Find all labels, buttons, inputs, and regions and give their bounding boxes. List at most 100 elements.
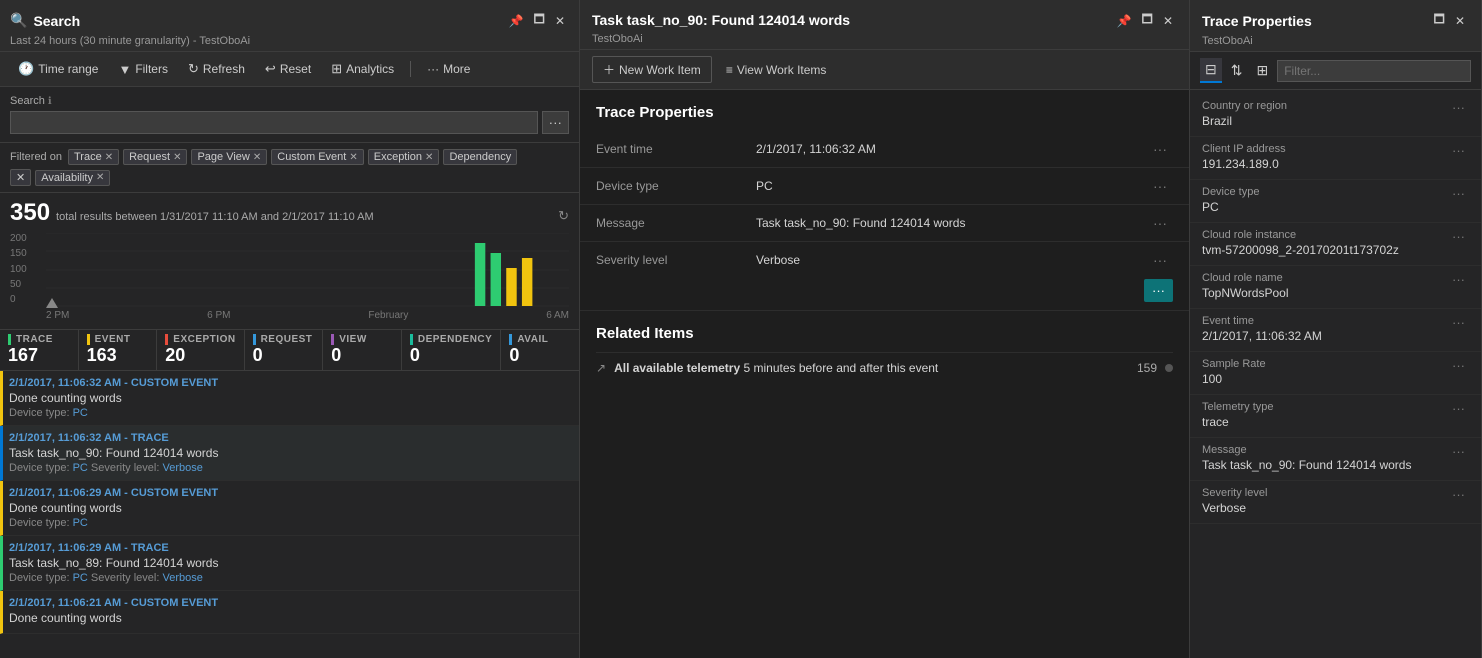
view-work-items-button[interactable]: ≡ View Work Items (716, 59, 837, 81)
event-list[interactable]: 2/1/2017, 11:06:32 AM - CUSTOM EVENT Don… (0, 371, 579, 658)
analytics-button[interactable]: ⊞ Analytics (323, 58, 402, 80)
prop-name-samplerate: Sample Rate (1202, 358, 1448, 370)
grid-icon: ⊞ (331, 61, 342, 77)
stats-row: TRACE 167 EVENT 163 EXCEPTION 20 REQUEST… (0, 329, 579, 371)
reset-icon: ↩ (265, 61, 276, 77)
left-panel-title: 🔍 Search (10, 12, 80, 29)
stat-exception-count: 20 (165, 345, 235, 366)
remove-pageview-filter[interactable]: ✕ (253, 152, 261, 163)
event-item-1[interactable]: 2/1/2017, 11:06:32 AM - CUSTOM EVENT Don… (0, 371, 579, 426)
related-section: Related Items ↗ All available telemetry … (580, 311, 1189, 393)
stat-request[interactable]: REQUEST 0 (245, 330, 324, 370)
trace-key-message: Message (596, 216, 756, 230)
timerange-button[interactable]: 🕐 Time range (10, 58, 106, 80)
event-2-meta: Device type: PC Severity level: Verbose (9, 462, 569, 474)
prop-content-message: Message Task task_no_90: Found 124014 wo… (1202, 444, 1448, 474)
prop-value-devicetype: PC (1202, 200, 1448, 214)
trace-section-title: Trace Properties (580, 90, 1189, 131)
prop-name-telemetrytype: Telemetry type (1202, 401, 1448, 413)
right-close-button[interactable]: ✕ (1451, 8, 1469, 33)
prop-more-eventtime[interactable]: ··· (1448, 315, 1469, 330)
right-maximize-button[interactable]: 🗖 (1430, 8, 1449, 33)
remove-trace-filter[interactable]: ✕ (105, 152, 113, 163)
prop-more-severitylevel[interactable]: ··· (1448, 487, 1469, 502)
right-tool-btn-3[interactable]: ⊞ (1251, 59, 1273, 82)
prop-more-clientip[interactable]: ··· (1448, 143, 1469, 158)
prop-name-severitylevel: Severity level (1202, 487, 1448, 499)
middle-close-button[interactable]: ✕ (1159, 8, 1177, 33)
maximize-button[interactable]: 🗖 (530, 8, 549, 33)
left-panel-subtitle: Last 24 hours (30 minute granularity) - … (10, 35, 569, 47)
stat-exception[interactable]: EXCEPTION 20 (157, 330, 244, 370)
prop-value-message: Task task_no_90: Found 124014 words (1202, 458, 1448, 472)
remove-request-filter[interactable]: ✕ (173, 152, 181, 163)
prop-value-clientip: 191.234.189.0 (1202, 157, 1448, 171)
stat-event[interactable]: EVENT 163 (79, 330, 158, 370)
stat-view[interactable]: VIEW 0 (323, 330, 402, 370)
prop-name-eventtime: Event time (1202, 315, 1448, 327)
right-toolbar: ⊟ ⇅ ⊞ (1190, 52, 1481, 90)
reset-button[interactable]: ↩ Reset (257, 58, 319, 80)
refresh-icon: ↻ (188, 61, 199, 77)
prop-content-samplerate: Sample Rate 100 (1202, 358, 1448, 388)
left-panel-header: 🔍 Search 📌 🗖 ✕ Last 24 hours (30 minute … (0, 0, 579, 52)
prop-more-message[interactable]: ··· (1448, 444, 1469, 459)
right-header: Trace Properties 🗖 ✕ TestOboAi (1190, 0, 1481, 52)
prop-value-country: Brazil (1202, 114, 1448, 128)
prop-content-telemetrytype: Telemetry type trace (1202, 401, 1448, 431)
related-arrow-icon: ↗ (596, 361, 606, 375)
clock-icon: 🕐 (18, 61, 34, 77)
prop-more-cloudrolename[interactable]: ··· (1448, 272, 1469, 287)
results-refresh-icon[interactable]: ↻ (558, 208, 569, 224)
new-work-item-button[interactable]: ＋ New Work Item (592, 56, 712, 83)
prop-more-samplerate[interactable]: ··· (1448, 358, 1469, 373)
stat-trace[interactable]: TRACE 167 (0, 330, 79, 370)
event-item-5[interactable]: 2/1/2017, 11:06:21 AM - CUSTOM EVENT Don… (0, 591, 579, 634)
toolbar-separator (410, 61, 411, 77)
search-input[interactable] (10, 111, 538, 134)
stat-trace-count: 167 (8, 345, 70, 366)
close-button[interactable]: ✕ (551, 8, 569, 33)
middle-maximize-button[interactable]: 🗖 (1138, 8, 1157, 33)
middle-pin-button[interactable]: 📌 (1113, 8, 1136, 33)
prop-more-cloudroleinstance[interactable]: ··· (1448, 229, 1469, 244)
related-title: Related Items (596, 325, 1173, 342)
right-tool-btn-1[interactable]: ⊟ (1200, 58, 1222, 83)
more-button[interactable]: ··· More (419, 59, 478, 79)
pin-button[interactable]: 📌 (505, 8, 528, 33)
prop-value-eventtime: 2/1/2017, 11:06:32 AM (1202, 329, 1448, 343)
right-filter-input[interactable] (1277, 60, 1471, 82)
remove-all-filters[interactable]: ✕ (10, 169, 31, 186)
remove-availability-filter[interactable]: ✕ (96, 172, 104, 183)
prop-row-cloudrolename: Cloud role name TopNWordsPool ··· (1190, 266, 1481, 309)
stat-dependency[interactable]: DEPENDENCY 0 (402, 330, 501, 370)
right-props-list: Country or region Brazil ··· Client IP a… (1190, 90, 1481, 658)
severity-more-button[interactable]: ··· (1147, 250, 1173, 270)
prop-more-devicetype[interactable]: ··· (1448, 186, 1469, 201)
trace-key-severity: Severity level (596, 253, 756, 267)
event-item-4[interactable]: 2/1/2017, 11:06:29 AM - TRACE Task task_… (0, 536, 579, 591)
trace-context-button[interactable]: ··· (1144, 279, 1173, 302)
filters-button[interactable]: ▼ Filters (110, 59, 176, 80)
prop-more-telemetrytype[interactable]: ··· (1448, 401, 1469, 416)
right-tool-btn-2[interactable]: ⇅ (1226, 59, 1248, 82)
eventtime-more-button[interactable]: ··· (1147, 139, 1173, 159)
chart-y-labels: 200 150 100 50 0 (10, 233, 40, 305)
message-more-button[interactable]: ··· (1147, 213, 1173, 233)
refresh-button[interactable]: ↻ Refresh (180, 58, 253, 80)
ellipsis-icon: ··· (427, 62, 439, 76)
prop-more-country[interactable]: ··· (1448, 100, 1469, 115)
chart-area: 200 150 100 50 0 (0, 229, 579, 329)
search-settings-button[interactable]: ··· (542, 111, 569, 134)
trace-row-severity: Severity level Verbose ··· ··· (580, 242, 1189, 311)
event-item-2[interactable]: 2/1/2017, 11:06:32 AM - TRACE Task task_… (0, 426, 579, 481)
stat-avail[interactable]: AVAIL 0 (501, 330, 579, 370)
results-text: total results between 1/31/2017 11:10 AM… (56, 211, 374, 223)
remove-customevent-filter[interactable]: ✕ (349, 152, 357, 163)
devicetype-more-button[interactable]: ··· (1147, 176, 1173, 196)
stat-dependency-count: 0 (410, 345, 492, 366)
related-item-1[interactable]: ↗ All available telemetry 5 minutes befo… (596, 352, 1173, 383)
filter-label: Filtered on (10, 151, 62, 163)
event-item-3[interactable]: 2/1/2017, 11:06:29 AM - CUSTOM EVENT Don… (0, 481, 579, 536)
remove-exception-filter[interactable]: ✕ (425, 152, 433, 163)
